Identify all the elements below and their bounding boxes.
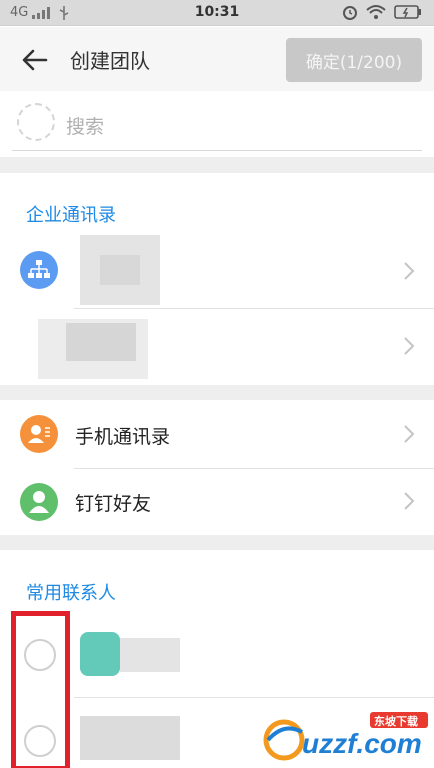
- dingtalk-friends-row[interactable]: 钉钉好友: [0, 469, 434, 535]
- dingtalk-friends-label: 钉钉好友: [75, 493, 152, 515]
- enterprise-section: 企业通讯录: [0, 173, 434, 385]
- blurred-contact-avatar: [80, 632, 120, 676]
- section-gap: [0, 157, 434, 173]
- blurred-department-name: [66, 323, 136, 361]
- back-arrow-icon[interactable]: [22, 47, 48, 73]
- search-underline: [12, 150, 422, 151]
- watermark-brand: uzzf.com: [302, 728, 422, 759]
- alarm-icon: [343, 6, 357, 20]
- search-input[interactable]: 搜索: [66, 112, 104, 139]
- phone-contacts-label: 手机通讯录: [75, 426, 171, 448]
- highlight-frame: [11, 611, 70, 768]
- contact-card-icon: [28, 425, 50, 443]
- page-title: 创建团队: [70, 49, 150, 73]
- blurred-org-name-detail: [100, 255, 140, 285]
- row-divider: [74, 308, 434, 309]
- section-gap: [0, 535, 434, 550]
- wifi-icon: [366, 5, 386, 19]
- enterprise-section-title: 企业通讯录: [26, 205, 116, 226]
- section-gap: [0, 385, 434, 400]
- row-divider: [74, 697, 434, 698]
- org-chart-icon: [28, 260, 50, 278]
- phone-contacts-avatar: [20, 415, 58, 453]
- phone-contacts-row[interactable]: 手机通讯录: [0, 400, 434, 468]
- chevron-right-icon[interactable]: [402, 424, 416, 444]
- chevron-right-icon[interactable]: [402, 491, 416, 511]
- site-watermark: 东坡下载 uzzf.com: [258, 706, 434, 768]
- selected-member-placeholder: [17, 103, 55, 141]
- chevron-right-icon[interactable]: [402, 261, 416, 281]
- watermark-tag: 东坡下载: [374, 715, 418, 728]
- dingtalk-friends-avatar: [20, 483, 58, 521]
- chevron-right-icon[interactable]: [402, 336, 416, 356]
- battery-icon: [394, 5, 421, 19]
- blurred-contact-name: [120, 638, 180, 672]
- org-avatar: [20, 251, 58, 289]
- search-bar[interactable]: 搜索: [0, 91, 434, 157]
- confirm-button[interactable]: 确定(1/200): [286, 38, 422, 82]
- title-bar: 创建团队 确定(1/200): [0, 27, 434, 91]
- status-bar: 4G 10:31: [0, 0, 434, 26]
- blurred-contact-row: [80, 716, 180, 760]
- frequent-section-title: 常用联系人: [26, 583, 116, 604]
- person-icon: [29, 491, 49, 513]
